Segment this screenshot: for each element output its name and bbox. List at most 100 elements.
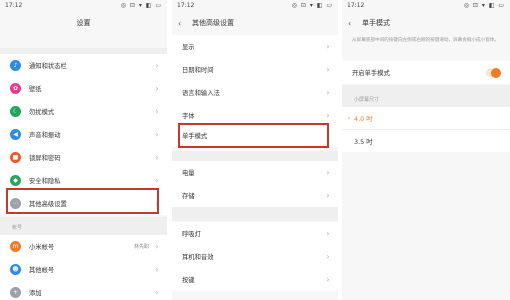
settings-item-sound[interactable]: ◀ 声音和振动 ›: [0, 123, 167, 146]
settings-item-security[interactable]: ◆ 安全和隐私 ›: [0, 169, 167, 192]
one-hand-mode-panel: 17:12 ◎ ⊡ ▾ ◧ ▭ ‹ 单手模式 从屏幕底部中间的按键向左侧或右侧的…: [342, 0, 510, 300]
chevron-right-icon: ›: [155, 107, 159, 116]
item-label: 其他高级设置: [29, 201, 67, 208]
add-icon: +: [10, 287, 21, 298]
chevron-right-icon: ›: [326, 275, 330, 284]
status-icons: ◎ ⊡ ▾ ◧ ▭: [291, 2, 333, 9]
speaker-icon: ◀: [10, 129, 21, 140]
chevron-right-icon: ›: [326, 131, 330, 140]
chevron-right-icon: ›: [326, 191, 330, 200]
dnd-icon: ☾: [10, 106, 21, 117]
chevron-right-icon: ›: [155, 176, 159, 185]
chevron-right-icon: ›: [155, 84, 159, 93]
item-label: 其他帐号: [29, 267, 55, 274]
chevron-right-icon: ›: [155, 130, 159, 139]
item-label: 语言和输入法: [182, 90, 220, 97]
status-time: 17:12: [177, 2, 195, 9]
settings-panel: 17:12 ◎ ⊡ ▾ ◧ ▭ 设置 ♪ 通知和状态栏 › ✿ 壁纸 › ☾ 勿…: [0, 0, 167, 300]
section-label: 小屏幕尺寸: [354, 97, 380, 103]
mode-description: 从屏幕底部中间的按键向左侧或右侧的按键滑动，屏幕会缩小成小窗体。: [352, 38, 500, 43]
option-label: 4.0 吋: [354, 114, 373, 123]
advanced-item-headphones[interactable]: 耳机和音效 ›: [172, 245, 338, 268]
settings-item-wallpaper[interactable]: ✿ 壁纸 ›: [0, 77, 167, 100]
section-gap: [172, 207, 338, 221]
section-gap: [0, 217, 167, 235]
item-label: 小米帐号: [29, 244, 55, 251]
shield-icon: ◆: [10, 175, 21, 186]
size-option-4-0[interactable]: › 4.0 吋: [342, 107, 510, 129]
settings-item-notifications[interactable]: ♪ 通知和状态栏 ›: [0, 54, 167, 77]
advanced-item-breathing-light[interactable]: 呼吸灯 ›: [172, 222, 338, 245]
back-arrow-icon[interactable]: ‹: [348, 19, 358, 28]
chevron-right-icon: ›: [155, 288, 159, 297]
status-icons: ◎ ⊡ ▾ ◧ ▭: [120, 2, 162, 9]
chevron-right-icon: ›: [326, 88, 330, 97]
item-label: 存储: [182, 193, 195, 200]
item-label: 耳机和音效: [182, 254, 214, 261]
title-bar: 设置: [0, 13, 167, 33]
settings-item-add[interactable]: + 添加 ›: [0, 281, 167, 300]
item-label: 日期和时间: [182, 67, 214, 74]
lock-icon: ■: [10, 152, 21, 163]
advanced-item-datetime[interactable]: 日期和时间 ›: [172, 58, 338, 81]
bell-icon: ♪: [10, 60, 21, 71]
title-bar: ‹ 其他高级设置: [172, 13, 338, 33]
chevron-right-icon: ›: [326, 168, 330, 177]
settings-item-lockscreen[interactable]: ■ 锁屏和密码 ›: [0, 146, 167, 169]
account-name: 林先职: [133, 244, 149, 250]
settings-item-advanced[interactable]: ⋯ 其他高级设置 ›: [0, 192, 167, 215]
section-gap: [172, 151, 338, 161]
advanced-item-storage[interactable]: 存储 ›: [172, 184, 338, 207]
more-icon: ⋯: [10, 198, 21, 209]
section-label: 帐号: [12, 225, 23, 231]
empty-area: [342, 152, 510, 300]
item-label: 电量: [182, 170, 195, 177]
chevron-right-icon: ›: [155, 265, 159, 274]
advanced-item-one-hand[interactable]: 单手模式 ›: [172, 124, 338, 147]
item-label: 呼吸灯: [182, 231, 201, 238]
settings-item-dnd[interactable]: ☾ 勿扰模式 ›: [0, 100, 167, 123]
toggle-label: 开启单手模式: [352, 70, 390, 77]
back-arrow-icon[interactable]: ‹: [178, 19, 188, 28]
item-label: 安全和隐私: [29, 178, 61, 185]
selected-marker-icon: ›: [347, 114, 351, 122]
page-title: 其他高级设置: [192, 19, 234, 27]
item-label: 单手模式: [182, 133, 208, 140]
status-time: 17:12: [347, 2, 365, 9]
item-label: 按键: [182, 277, 195, 284]
page-title: 设置: [76, 19, 91, 27]
item-label: 勿扰模式: [29, 109, 55, 116]
one-hand-toggle-row[interactable]: 开启单手模式: [342, 61, 510, 84]
person-icon: ☻: [10, 264, 21, 275]
chevron-right-icon: ›: [326, 229, 330, 238]
advanced-item-buttons[interactable]: 按键 ›: [172, 268, 338, 291]
status-bar: 17:12 ◎ ⊡ ▾ ◧ ▭: [172, 0, 338, 12]
item-label: 显示: [182, 44, 195, 51]
page-title: 单手模式: [362, 19, 390, 27]
title-bar: ‹ 单手模式: [342, 13, 510, 33]
chevron-right-icon: ›: [326, 65, 330, 74]
advanced-item-battery[interactable]: 电量 ›: [172, 161, 338, 184]
option-label: 3.5 吋: [354, 137, 373, 146]
item-label: 锁屏和密码: [29, 155, 61, 162]
mi-icon: m: [10, 241, 21, 252]
chevron-right-icon: ›: [155, 199, 159, 208]
item-label: 添加: [29, 290, 42, 297]
advanced-item-language[interactable]: 语言和输入法 ›: [172, 81, 338, 104]
advanced-settings-panel: 17:12 ◎ ⊡ ▾ ◧ ▭ ‹ 其他高级设置 显示 › 日期和时间 › 语言…: [172, 0, 338, 300]
item-label: 壁纸: [29, 86, 42, 93]
settings-item-mi-account[interactable]: m 小米帐号 林先职 ›: [0, 235, 167, 258]
item-label: 字体: [182, 113, 195, 120]
one-hand-toggle[interactable]: [486, 67, 501, 78]
status-bar: 17:12 ◎ ⊡ ▾ ◧ ▭: [342, 0, 510, 12]
settings-item-other-accounts[interactable]: ☻ 其他帐号 ›: [0, 258, 167, 281]
screenshot-collage: 17:12 ◎ ⊡ ▾ ◧ ▭ 设置 ♪ 通知和状态栏 › ✿ 壁纸 › ☾ 勿…: [0, 0, 510, 300]
chevron-right-icon: ›: [326, 42, 330, 51]
size-option-3-5[interactable]: 3.5 吋: [342, 130, 510, 152]
chevron-right-icon: ›: [155, 242, 159, 251]
advanced-item-display[interactable]: 显示 ›: [172, 35, 338, 58]
chevron-right-icon: ›: [155, 153, 159, 162]
toggle-knob: [491, 67, 501, 78]
chevron-right-icon: ›: [155, 61, 159, 70]
chevron-right-icon: ›: [326, 252, 330, 261]
